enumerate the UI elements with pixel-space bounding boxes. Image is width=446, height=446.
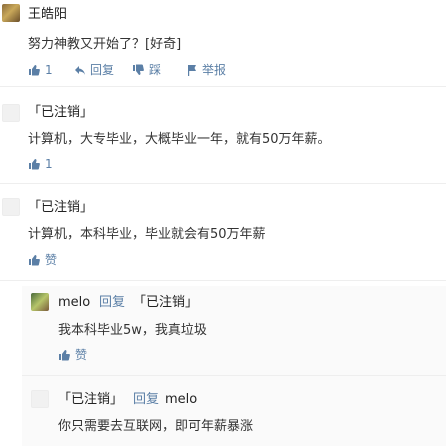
reply-word: 回复 <box>133 392 160 407</box>
like-button[interactable]: 赞 <box>45 254 57 266</box>
thumbs-down-icon[interactable] <box>132 64 144 76</box>
divider <box>0 280 446 281</box>
thumbs-up-icon[interactable] <box>28 254 40 266</box>
thumbs-up-icon[interactable] <box>58 349 70 361</box>
report-button[interactable]: 举报 <box>202 64 226 76</box>
comment-text: 你只需要去互联网，即可年薪暴涨 <box>58 419 254 434</box>
reply-target[interactable]: 「已注销」 <box>133 296 198 309</box>
comment-text: 我本科毕业5w，我真垃圾 <box>58 323 207 338</box>
reply-icon[interactable] <box>74 64 86 76</box>
flag-icon[interactable] <box>186 64 198 76</box>
reply-word: 回复 <box>99 295 126 310</box>
like-count: 1 <box>45 157 53 171</box>
avatar[interactable] <box>31 390 49 408</box>
thumbs-up-icon[interactable] <box>28 158 40 170</box>
avatar[interactable] <box>2 4 20 22</box>
comment-text: 努力神教又开始了？[好奇] <box>28 37 182 52</box>
comment-text: 计算机，本科毕业，毕业就会有50万年薪 <box>28 227 266 242</box>
like-count: 1 <box>45 63 53 77</box>
divider <box>0 86 446 87</box>
comment-author[interactable]: 「已注销」 <box>58 393 123 406</box>
dislike-button[interactable]: 踩 <box>149 64 161 76</box>
comment-author[interactable]: 王皓阳 <box>28 8 67 21</box>
avatar[interactable] <box>31 293 49 311</box>
like-button[interactable]: 赞 <box>75 349 87 361</box>
divider <box>0 183 446 184</box>
comment-thread: 王皓阳 努力神教又开始了？[好奇] 1 回复 踩 举报 「已注销」 计算机，大专… <box>0 0 446 446</box>
avatar[interactable] <box>2 198 20 216</box>
comment-author[interactable]: 「已注销」 <box>28 106 93 119</box>
avatar[interactable] <box>2 104 20 122</box>
reply-button[interactable]: 回复 <box>90 64 114 76</box>
reply-target[interactable]: melo <box>165 393 197 406</box>
thumbs-up-icon[interactable] <box>28 64 40 76</box>
divider <box>22 375 446 376</box>
comment-author[interactable]: 「已注销」 <box>28 201 93 214</box>
comment-author[interactable]: melo <box>58 296 90 309</box>
comment-text: 计算机，大专毕业，大概毕业一年，就有50万年薪。 <box>28 132 331 147</box>
